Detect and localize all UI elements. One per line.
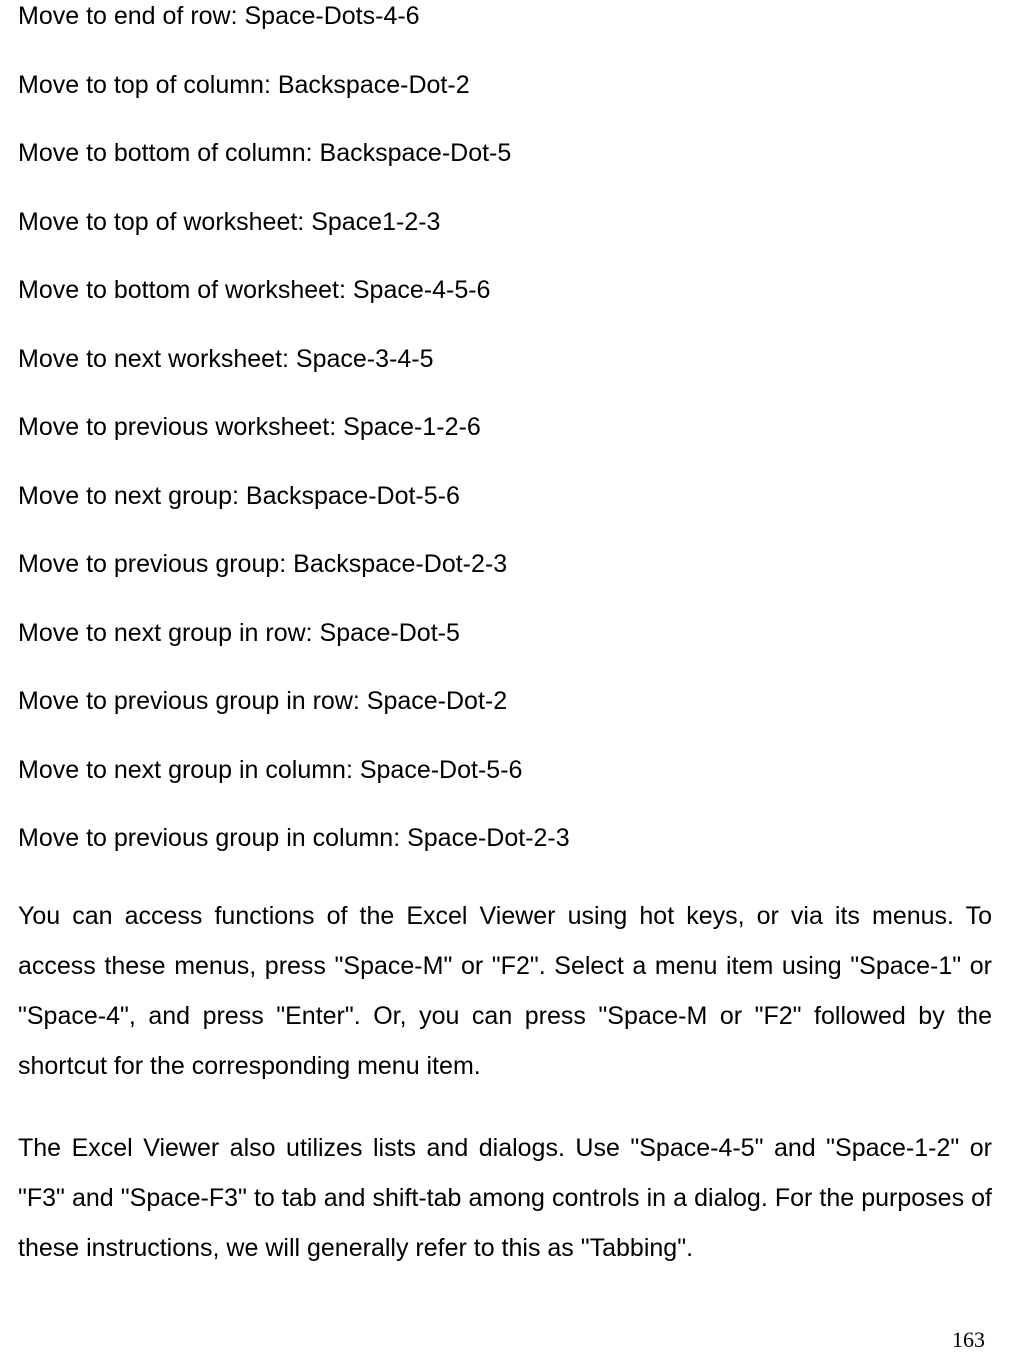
instruction-line: Move to end of row: Space-Dots-4-6 xyxy=(18,0,992,33)
instruction-line: Move to previous worksheet: Space-1-2-6 xyxy=(18,411,992,444)
instruction-line: Move to previous group in row: Space-Dot… xyxy=(18,685,992,718)
instruction-line: Move to top of column: Backspace-Dot-2 xyxy=(18,69,992,102)
instruction-line: Move to previous group: Backspace-Dot-2-… xyxy=(18,548,992,581)
page-number: 163 xyxy=(952,1327,985,1353)
instruction-line: Move to next group in row: Space-Dot-5 xyxy=(18,617,992,650)
body-paragraph: You can access functions of the Excel Vi… xyxy=(18,891,992,1091)
instruction-line: Move to bottom of column: Backspace-Dot-… xyxy=(18,137,992,170)
instruction-line: Move to next worksheet: Space-3-4-5 xyxy=(18,343,992,376)
instruction-line: Move to next group: Backspace-Dot-5-6 xyxy=(18,480,992,513)
document-content: Move to end of row: Space-Dots-4-6 Move … xyxy=(18,0,992,1273)
body-paragraph: The Excel Viewer also utilizes lists and… xyxy=(18,1123,992,1273)
instruction-line: Move to top of worksheet: Space1-2-3 xyxy=(18,206,992,239)
instruction-line: Move to previous group in column: Space-… xyxy=(18,822,992,855)
instruction-line: Move to bottom of worksheet: Space-4-5-6 xyxy=(18,274,992,307)
instruction-line: Move to next group in column: Space-Dot-… xyxy=(18,754,992,787)
